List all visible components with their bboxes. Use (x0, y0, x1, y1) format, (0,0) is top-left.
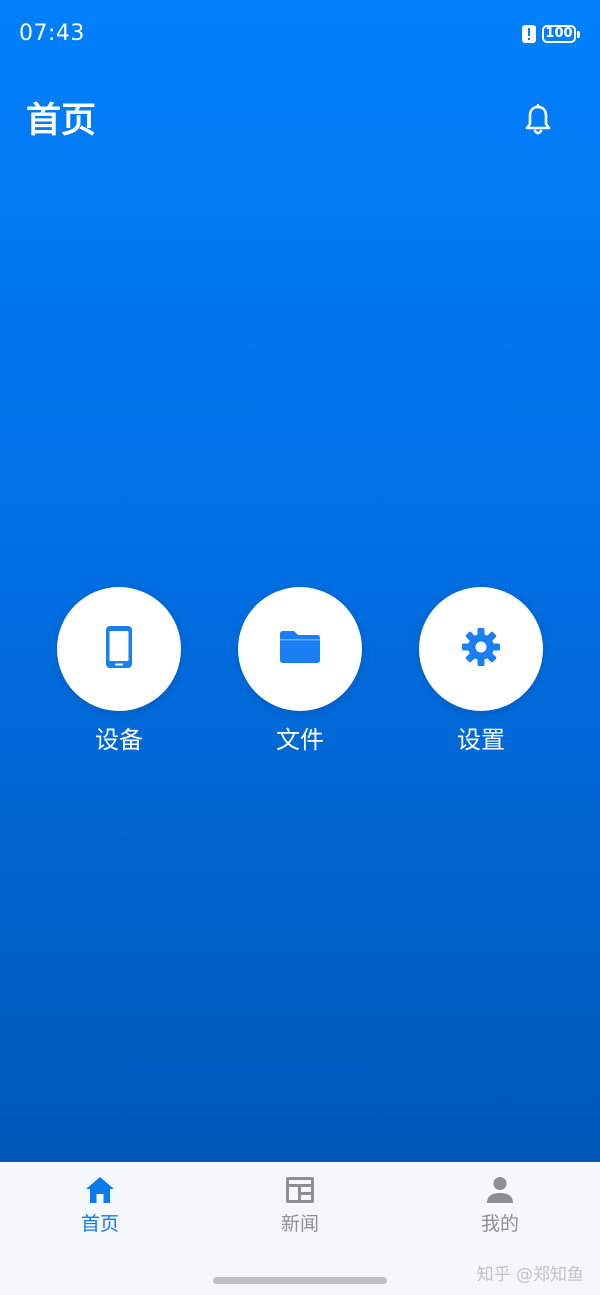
settings-label: 设置 (457, 726, 505, 754)
bell-icon (523, 103, 553, 141)
status-time: 07:43 (19, 21, 85, 46)
home-icon (84, 1174, 116, 1206)
files-label: 文件 (276, 726, 324, 754)
page-title: 首页 (26, 101, 97, 141)
files-action[interactable]: 文件 (238, 587, 362, 767)
status-bar: 07:43 100 (0, 0, 600, 68)
tab-mine-label: 我的 (480, 1213, 519, 1235)
person-icon (484, 1174, 516, 1206)
home-indicator[interactable] (213, 1277, 387, 1284)
settings-action-button[interactable] (419, 587, 543, 711)
tab-news[interactable]: 新闻 (240, 1174, 360, 1244)
quick-actions: 设备 文件 设置 (0, 587, 600, 767)
tab-news-label: 新闻 (280, 1213, 319, 1235)
devices-action-button[interactable] (57, 587, 181, 711)
tab-home-label: 首页 (80, 1213, 119, 1235)
battery-tip (577, 30, 580, 38)
bottom-tab-bar: 首页 新闻 我的 知乎 @郑知鱼 (0, 1162, 600, 1295)
devices-label: 设备 (95, 726, 143, 754)
alert-icon (522, 25, 536, 43)
notification-button[interactable] (520, 102, 556, 142)
gear-icon (460, 626, 502, 672)
smartphone-icon (104, 624, 134, 674)
settings-action[interactable]: 设置 (419, 587, 543, 767)
home-screen: 07:43 100 首页 设备 文件 设置 (0, 0, 600, 1162)
battery-level: 100 (542, 25, 576, 43)
status-indicators: 100 (522, 22, 580, 46)
newspaper-icon (284, 1174, 316, 1206)
tab-mine[interactable]: 我的 (440, 1174, 560, 1244)
watermark: 知乎 @郑知鱼 (476, 1265, 584, 1285)
folder-icon (278, 629, 322, 669)
tab-home[interactable]: 首页 (40, 1174, 160, 1244)
battery-icon: 100 (542, 25, 580, 43)
files-action-button[interactable] (238, 587, 362, 711)
devices-action[interactable]: 设备 (57, 587, 181, 767)
